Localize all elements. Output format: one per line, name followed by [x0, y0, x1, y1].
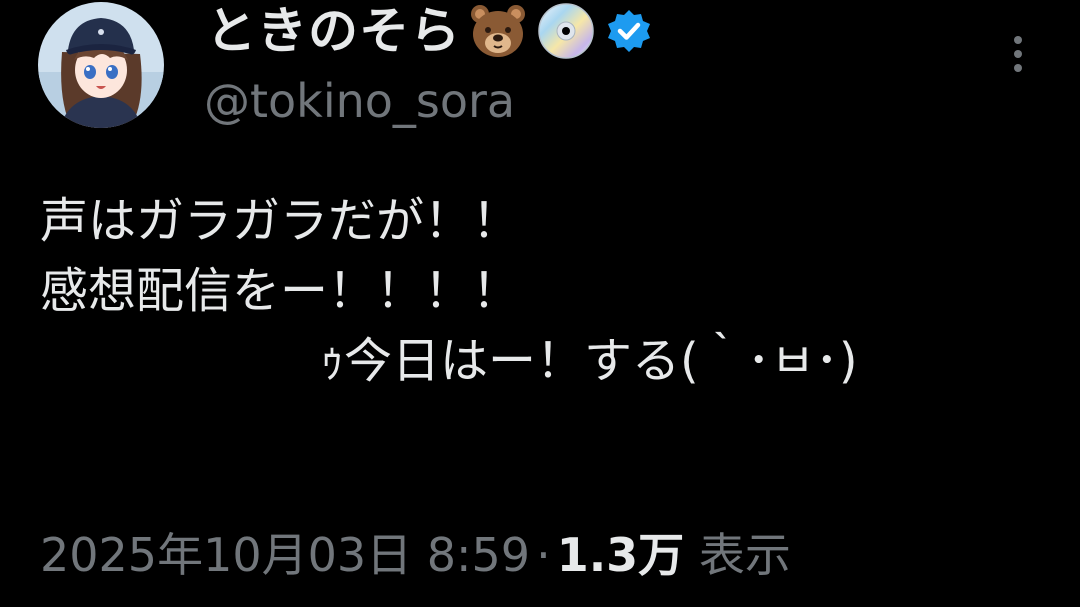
bear-face-icon — [467, 0, 529, 62]
tweet-meta: 2025年10月03日 8:59 · 1.3万 表示 — [40, 530, 791, 581]
tweet-line: 声はガラガラだが！！ — [40, 193, 521, 249]
display-name[interactable]: ときのそら — [206, 6, 461, 56]
views-count: 1.3万 — [556, 528, 685, 582]
meta-separator: · — [536, 528, 551, 582]
more-options-button[interactable] — [996, 28, 1040, 80]
tweet-timestamp[interactable]: 2025年10月03日 8:59 — [40, 528, 530, 582]
tweet-line: 感想配信をー！！！！ — [40, 263, 521, 319]
avatar[interactable] — [38, 2, 164, 128]
avatar-anime-girl-cap-icon — [38, 2, 164, 128]
more-vertical-icon — [1014, 36, 1022, 72]
tweet-text: 声はガラガラだが！！ 感想配信をー！！！！ ｩ今日はー！する(｀･ㅂ･) — [40, 186, 1050, 396]
tweet-card: ときのそら @tokino_sora 声はガラガラだが！！ 感想配信をー！！！！… — [0, 0, 1080, 607]
user-handle[interactable]: @tokino_sora — [204, 76, 515, 127]
views-label: 表示 — [698, 528, 791, 582]
tweet-line: ｩ今日はー！する(｀･ㅂ･) — [320, 333, 858, 389]
verified-badge-icon[interactable] — [605, 7, 653, 55]
display-name-row: ときのそら — [206, 0, 653, 62]
dvd-disc-icon — [535, 0, 597, 62]
